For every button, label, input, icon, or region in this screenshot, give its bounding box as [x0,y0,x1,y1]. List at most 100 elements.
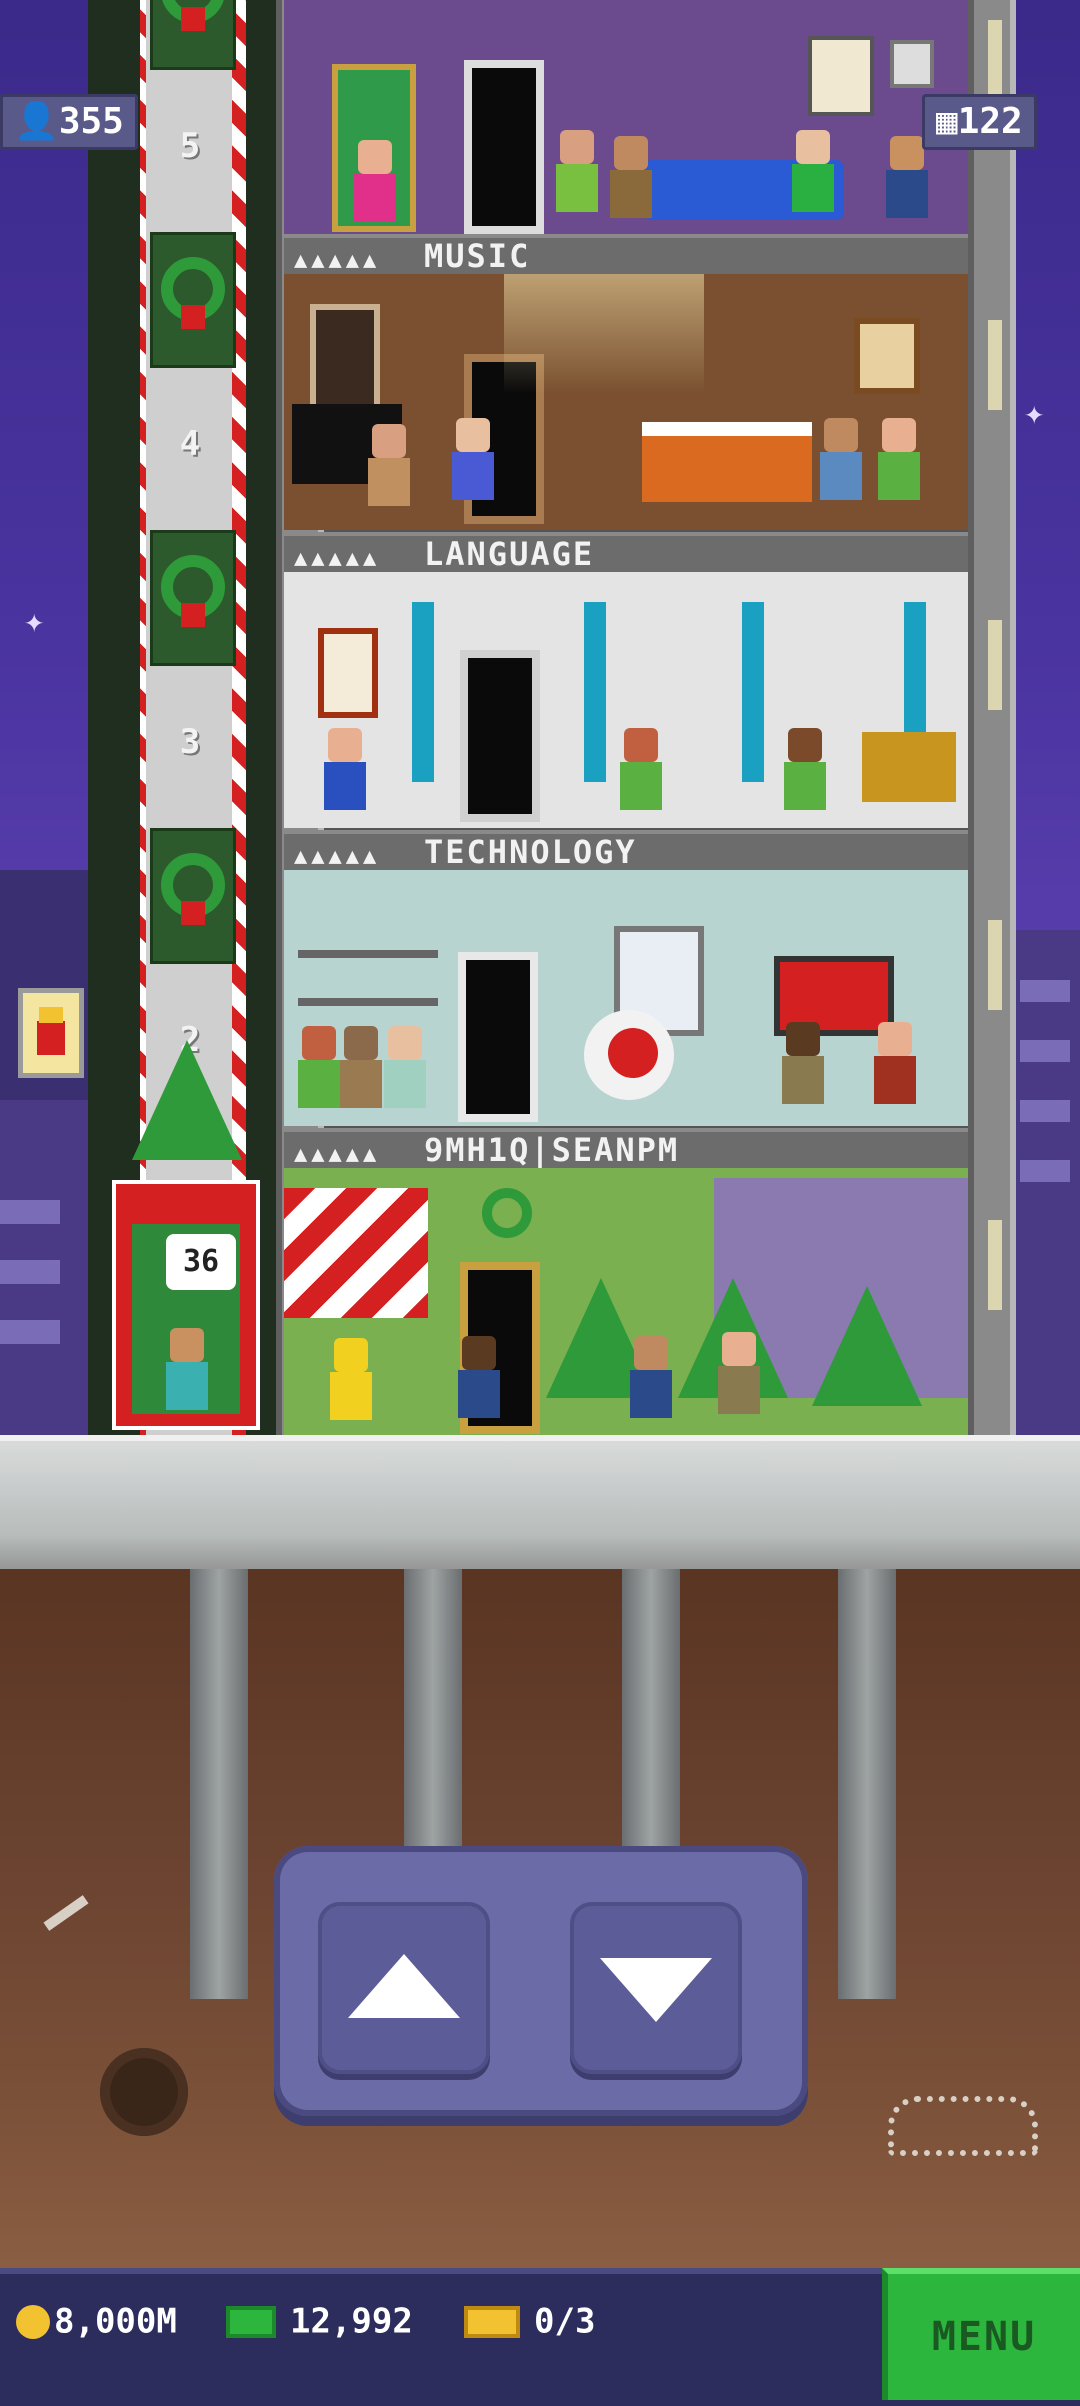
elevator-car-interior: 36 [132,1224,240,1414]
tower-lights [988,20,1002,1420]
golden-shrine [862,732,956,802]
wreath-decoration [150,0,236,70]
ticket-icon [464,2305,520,2338]
fossil-tire-icon [100,2048,188,2136]
tenant[interactable] [782,1022,824,1104]
tenant[interactable] [820,418,862,500]
bux-value: 12,992 [290,2301,413,2342]
floor-name: LANGUAGE [424,535,595,573]
shelf [298,950,438,958]
arrow-down-icon [600,1958,712,2022]
frame [890,40,934,88]
column-blue [412,602,434,782]
foundation-column [838,1569,896,1999]
building-window [0,1320,60,1344]
arrow-up-icon [348,1954,460,2018]
wreath-decoration [150,232,236,368]
christmas-tree-icon [132,1040,242,1160]
tenant[interactable] [298,1026,340,1108]
poster [808,36,874,116]
elevator-floor-number: 5 [179,126,201,166]
fries-billboard [18,988,84,1078]
tenant[interactable] [878,418,920,500]
tenant[interactable] [330,1338,372,1420]
foundation-column [190,1569,248,1999]
shelf [298,998,438,1006]
floor-name: MUSIC [424,237,531,275]
wreath-decoration [150,530,236,666]
christmas-tree-icon [812,1286,922,1406]
tenant[interactable] [886,136,928,218]
room-interior [284,274,968,530]
floor-name: TECHNOLOGY [424,833,637,871]
candy-stripe-wall [284,1188,428,1318]
tickets-value: 0/3 [534,2301,596,2342]
elevator-car-display: 36 [166,1234,236,1290]
elevator-up-button[interactable] [318,1902,490,2074]
elevator-floor-number: 3 [179,722,201,762]
wreath-icon [482,1188,532,1238]
building-window [0,1260,60,1284]
egg-chair-seat [608,1028,658,1078]
elevator-car[interactable]: 36 [112,1180,260,1430]
floors-icon: ▦ [936,101,958,142]
coins-display[interactable]: 8,000M [16,2292,177,2348]
tenant[interactable] [354,140,396,222]
room-interior [284,1168,968,1435]
coin-icon [16,2304,50,2339]
elevator-passenger[interactable] [166,1328,208,1410]
bux-icon [226,2305,276,2338]
city-building [1010,930,1080,1435]
column-blue [584,602,606,782]
tenant[interactable] [874,1022,916,1104]
floor-counter[interactable]: ▦122 [922,94,1037,150]
tickets-display[interactable]: 0/3 [464,2292,595,2348]
elevator-down-button[interactable] [570,1902,742,2074]
tenant[interactable] [340,1026,382,1108]
building-window [1020,1160,1070,1182]
floor-name: 9MH1Q|SEANPM [424,1131,680,1169]
floor-label: ▲▲▲▲▲ MUSIC [284,234,968,274]
population-counter[interactable]: 👤355 [0,94,138,150]
tenant[interactable] [556,130,598,212]
tenant[interactable] [784,728,826,810]
coins-value: 8,000M [54,2301,177,2342]
tenant[interactable] [630,1336,672,1418]
tenant[interactable] [620,728,662,810]
tenant[interactable] [324,728,366,810]
menu-button[interactable]: MENU [882,2268,1080,2400]
sparkle-icon: ✦ [24,601,45,641]
bux-display[interactable]: 12,992 [226,2292,413,2348]
tenant[interactable] [792,130,834,212]
floor-label: ▲▲▲▲▲ TECHNOLOGY [284,830,968,870]
scroll-art [318,628,378,718]
building-window [1020,980,1070,1002]
room-interior [284,870,968,1126]
floor-label: ▲▲▲▲▲ LANGUAGE [284,532,968,572]
chandelier-light [504,274,704,394]
tenant[interactable] [452,418,494,500]
painting [854,318,920,394]
tenant[interactable] [718,1332,760,1414]
dinosaur-fossil-icon [888,2096,1038,2156]
room-interior [284,572,968,828]
tenant[interactable] [384,1026,426,1108]
building-window [1020,1040,1070,1062]
doorway [458,952,538,1122]
floor-label: ▲▲▲▲▲ 9MH1Q|SEANPM [284,1128,968,1168]
tenant[interactable] [610,136,652,218]
tenant[interactable] [458,1336,500,1418]
sparkle-icon: ✦ [1024,393,1045,433]
ground-slab [0,1435,1080,1575]
column-blue [742,602,764,782]
room-interior [284,0,968,234]
building-window [1020,1100,1070,1122]
floor-count-value: 122 [957,101,1023,142]
doorway [460,650,540,822]
wreath-decoration [150,828,236,964]
doorway [464,60,544,234]
population-value: 355 [58,101,124,142]
building-window [0,1200,60,1224]
person-icon: 👤 [14,101,59,142]
tenant[interactable] [368,424,410,506]
